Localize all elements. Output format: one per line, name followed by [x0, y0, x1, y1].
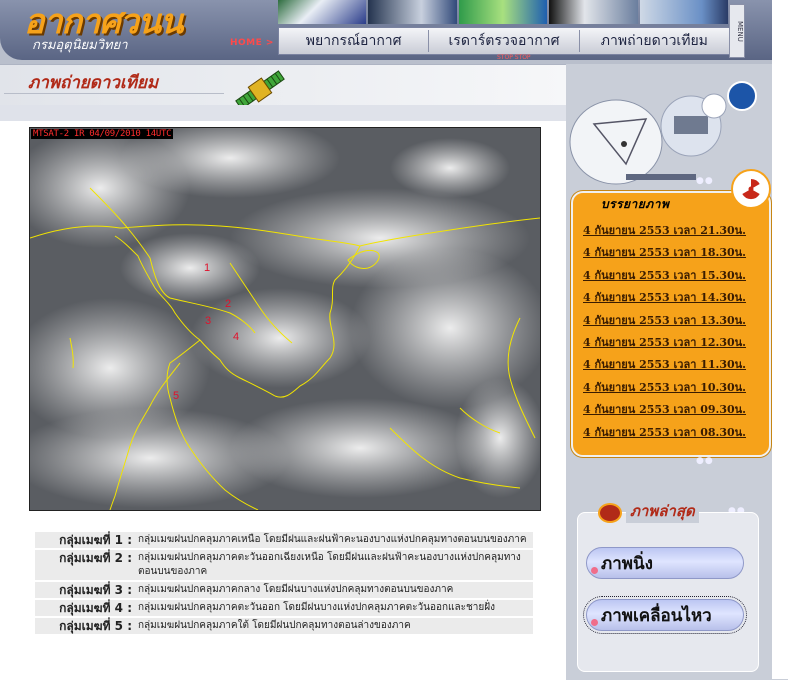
- title-underline: [4, 93, 224, 94]
- thumb-radar: [368, 0, 457, 24]
- latest-image-box: ภาพล่าสุด ภาพนิ่ง ภาพเคลื่อนไหว: [577, 499, 759, 672]
- legend-text: กลุ่มเมฆฝนปกคลุมภาคเหนือ โดยมีฝนและฝนฟ้า…: [136, 532, 533, 548]
- dots-decoration: ●●: [696, 456, 714, 466]
- satellite-image-canvas: [30, 128, 540, 510]
- caption-link[interactable]: 4 กันยายน 2553 เวลา 12.30น.: [583, 336, 746, 349]
- legend-label: กลุ่มเมฆที่ 1 :: [35, 532, 136, 548]
- caption-link[interactable]: 4 กันยายน 2553 เวลา 08.30น.: [583, 426, 746, 439]
- still-image-label: ภาพนิ่ง: [601, 553, 653, 574]
- thumb-map: [549, 0, 638, 24]
- caption-link[interactable]: 4 กันยายน 2553 เวลา 14.30น.: [583, 291, 746, 304]
- list-item: 4 กันยายน 2553 เวลา 13.30น.: [583, 309, 746, 331]
- caption-link[interactable]: 4 กันยายน 2553 เวลา 21.30น.: [583, 224, 746, 237]
- legend-row: กลุ่มเมฆที่ 4 : กลุ่มเมฆฝนปกคลุมภาคตะวัน…: [35, 600, 533, 616]
- site-header: อากาศวนน กรมอุตุนิยมวิทยา HOME > พยากรณ์…: [0, 0, 788, 66]
- bullet-icon: [591, 619, 598, 626]
- dots-decoration: ●●: [696, 176, 714, 186]
- caption-link[interactable]: 4 กันยายน 2553 เวลา 13.30น.: [583, 314, 746, 327]
- menu-tab[interactable]: MENU: [729, 4, 745, 58]
- region-mark-2: 2: [225, 298, 232, 310]
- latest-title: ภาพล่าสุด: [626, 499, 699, 523]
- latest-badge-icon: [598, 503, 622, 523]
- bullet-icon: [591, 567, 598, 574]
- caption-link[interactable]: 4 กันยายน 2553 เวลา 11.30น.: [583, 358, 746, 371]
- satellite-image[interactable]: MTSAT-2 IR 04/09/2010 14UTC 1 2 3 4 5: [29, 127, 541, 511]
- list-item: 4 กันยายน 2553 เวลา 15.30น.: [583, 264, 746, 286]
- thumb-instruments: [639, 0, 729, 24]
- region-mark-3: 3: [205, 315, 212, 327]
- legend-label: กลุ่มเมฆที่ 5 :: [35, 618, 136, 634]
- home-link[interactable]: HOME >: [230, 38, 274, 48]
- animation-button[interactable]: ภาพเคลื่อนไหว: [583, 596, 747, 634]
- region-mark-5: 5: [173, 390, 180, 402]
- caption-link[interactable]: 4 กันยายน 2553 เวลา 09.30น.: [583, 403, 746, 416]
- list-item: 4 กันยายน 2553 เวลา 11.30น.: [583, 353, 746, 375]
- legend-label: กลุ่มเมฆที่ 2 :: [35, 550, 136, 580]
- region-mark-4: 4: [233, 331, 240, 343]
- legend-label: กลุ่มเมฆที่ 4 :: [35, 600, 136, 616]
- region-mark-1: 1: [204, 262, 211, 274]
- animation-label: ภาพเคลื่อนไหว: [601, 605, 712, 626]
- caption-link[interactable]: 4 กันยายน 2553 เวลา 18.30น.: [583, 246, 746, 259]
- radiation-icon: [731, 169, 771, 209]
- stop-label: STOP STOP: [497, 54, 531, 61]
- nav-satellite[interactable]: ภาพถ่ายดาวเทียม: [580, 30, 729, 52]
- thumb-satellite: [458, 0, 548, 24]
- legend-row: กลุ่มเมฆที่ 5 : กลุ่มเมฆฝนปกคลุมภาคใต้ โ…: [35, 618, 533, 634]
- thumb-forecast: [278, 0, 367, 24]
- caption-box: บรรยายภาพ 4 กันยายน 2553 เวลา 21.30น. 4 …: [571, 169, 771, 457]
- site-logo-subtitle: กรมอุตุนิยมวิทยา: [32, 38, 128, 53]
- cloud-legend-table: กลุ่มเมฆที่ 1 : กลุ่มเมฆฝนปกคลุมภาคเหนือ…: [35, 530, 533, 636]
- list-item: 4 กันยายน 2553 เวลา 14.30น.: [583, 286, 746, 308]
- page-title: ภาพถ่ายดาวเทียม: [28, 73, 159, 93]
- title-separator: [0, 105, 566, 121]
- legend-label: กลุ่มเมฆที่ 3 :: [35, 582, 136, 598]
- nav-radar[interactable]: เรดาร์ตรวจอากาศ: [429, 30, 580, 52]
- caption-title: บรรยายภาพ: [601, 197, 670, 211]
- list-item: 4 กันยายน 2553 เวลา 08.30น.: [583, 421, 746, 443]
- legend-text: กลุ่มเมฆฝนปกคลุมภาคกลาง โดยมีฝนบางแห่งปก…: [136, 582, 533, 598]
- caption-link[interactable]: 4 กันยายน 2553 เวลา 15.30น.: [583, 269, 746, 282]
- list-item: 4 กันยายน 2553 เวลา 09.30น.: [583, 398, 746, 420]
- main-nav: พยากรณ์อากาศ เรดาร์ตรวจอากาศ ภาพถ่ายดาวเ…: [278, 27, 730, 55]
- legend-text: กลุ่มเมฆฝนปกคลุมภาคใต้ โดยมีฝนปกคลุมทางต…: [136, 618, 533, 634]
- legend-row: กลุ่มเมฆที่ 2 : กลุ่มเมฆฝนปกคลุมภาคตะวัน…: [35, 550, 533, 580]
- caption-link[interactable]: 4 กันยายน 2553 เวลา 10.30น.: [583, 381, 746, 394]
- legend-row: กลุ่มเมฆที่ 3 : กลุ่มเมฆฝนปกคลุมภาคกลาง …: [35, 582, 533, 598]
- list-item: 4 กันยายน 2553 เวลา 10.30น.: [583, 376, 746, 398]
- legend-text: กลุ่มเมฆฝนปกคลุมภาคตะวันออกเฉียงเหนือ โด…: [136, 550, 533, 580]
- sidebar: ●● บรรยายภาพ 4 กันยายน 2553 เวลา 21.30น.…: [566, 64, 772, 679]
- page-right-edge: [772, 0, 788, 679]
- still-image-button[interactable]: ภาพนิ่ง: [586, 547, 744, 579]
- list-item: 4 กันยายน 2553 เวลา 18.30น.: [583, 241, 746, 263]
- nav-forecast[interactable]: พยากรณ์อากาศ: [279, 30, 430, 52]
- title-strip: ภาพถ่ายดาวเทียม: [0, 65, 566, 110]
- caption-list: 4 กันยายน 2553 เวลา 21.30น. 4 กันยายน 25…: [583, 219, 746, 443]
- main-panel: ภาพถ่ายดาวเทียม MTSAT-2 IR 04/09/2010 14…: [0, 64, 566, 680]
- legend-text: กลุ่มเมฆฝนปกคลุมภาคตะวันออก โดยมีฝนบางแห…: [136, 600, 533, 616]
- list-item: 4 กันยายน 2553 เวลา 12.30น.: [583, 331, 746, 353]
- satellite-image-header: MTSAT-2 IR 04/09/2010 14UTC: [31, 129, 174, 139]
- legend-row: กลุ่มเมฆที่ 1 : กลุ่มเมฆฝนปกคลุมภาคเหนือ…: [35, 532, 533, 548]
- list-item: 4 กันยายน 2553 เวลา 21.30น.: [583, 219, 746, 241]
- header-thumbnail-strip: [278, 0, 729, 26]
